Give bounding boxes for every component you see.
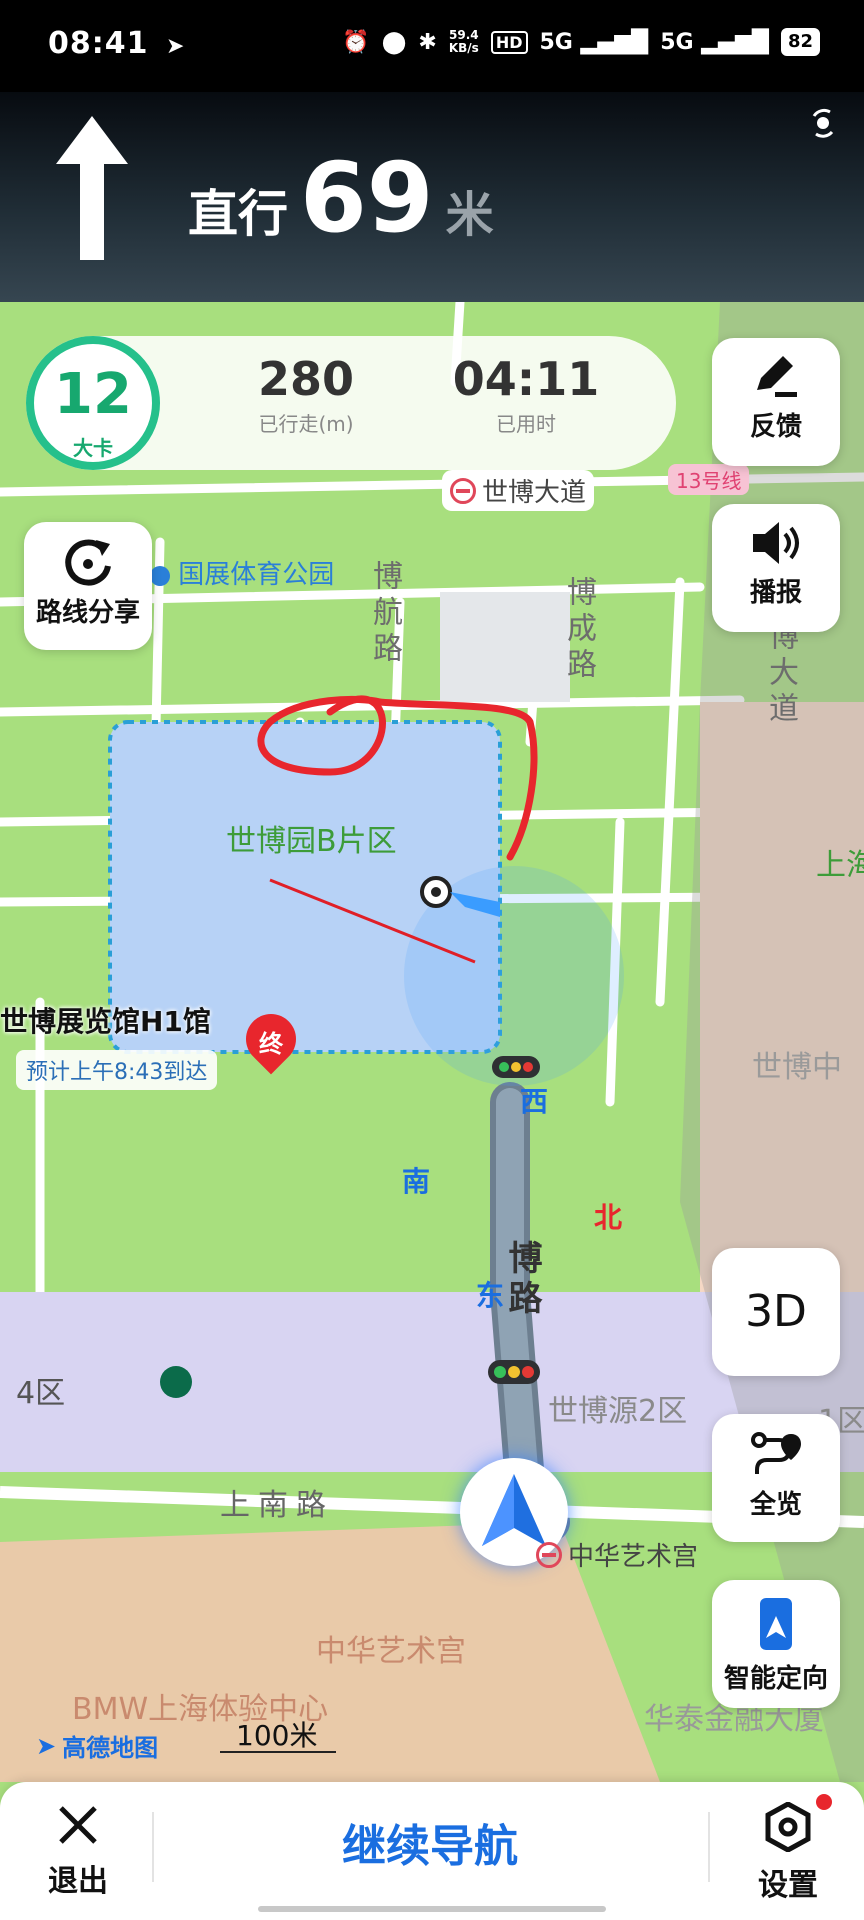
feedback-label: 反馈 bbox=[749, 412, 802, 442]
time-value: 04:11 bbox=[452, 352, 600, 406]
road-label-shangnan: 上南路 bbox=[220, 1488, 334, 1523]
phone-locate-icon bbox=[760, 1598, 792, 1650]
metro-icon bbox=[536, 1541, 562, 1568]
hd-badge: HD bbox=[490, 30, 528, 54]
close-icon bbox=[59, 1806, 97, 1844]
status-time: 08:41 bbox=[48, 26, 149, 61]
direction-banner: 直行 69 米 bbox=[0, 92, 864, 302]
amap-text: 高德地图 bbox=[62, 1734, 159, 1762]
battery-indicator: 82 bbox=[780, 28, 820, 56]
broadcast-button[interactable]: 播报 bbox=[712, 504, 840, 632]
3d-toggle-button[interactable]: 3D bbox=[712, 1248, 840, 1376]
share-route-label: 路线分享 bbox=[35, 598, 140, 628]
metro-icon bbox=[450, 477, 476, 504]
amap-logo: ➤ 高德地图 bbox=[36, 1728, 158, 1763]
road-sign-shibo-avenue: 世博大道 bbox=[442, 470, 595, 511]
destination-pin-label: 终 bbox=[259, 1030, 283, 1058]
settings-label: 设置 bbox=[758, 1868, 818, 1903]
compass-west: 西 bbox=[520, 1085, 549, 1118]
zone-label-expo-source-2: 世博源2区 bbox=[548, 1394, 688, 1429]
route-overview-icon bbox=[751, 1432, 801, 1474]
pen-icon bbox=[757, 356, 797, 397]
destination-callout[interactable]: 世博展览馆H1馆 预计上午8:43到达 bbox=[0, 1000, 218, 1090]
location-icon: ⬤ bbox=[381, 29, 407, 55]
zone-label-4: 4区 bbox=[16, 1376, 66, 1411]
scale-label: 100米 bbox=[236, 1719, 318, 1752]
overview-label: 全览 bbox=[749, 1490, 802, 1520]
divider bbox=[708, 1812, 710, 1882]
station-china-art[interactable]: 中华艺术宫 bbox=[528, 1534, 706, 1575]
instruction-unit: 米 bbox=[445, 187, 494, 243]
eta-chip: 预计上午8:43到达 bbox=[16, 1050, 218, 1090]
instruction-distance: 69 bbox=[300, 142, 434, 254]
road-label-bohang: 博航路 bbox=[367, 560, 402, 668]
turn-instruction: 直行 69 米 bbox=[188, 142, 494, 254]
calorie-value: 12 bbox=[54, 362, 132, 427]
stats-panel: 12 大卡 280 已行走(m) 04:11 已用时 bbox=[26, 336, 676, 470]
feedback-button[interactable]: 反馈 bbox=[712, 338, 840, 466]
zone-label-expo-center: 世博中 bbox=[752, 1050, 842, 1085]
metro-line-badge: 13号线 bbox=[668, 464, 750, 495]
share-arrow-icon bbox=[65, 539, 111, 586]
park-icon bbox=[150, 565, 170, 586]
destination-name: 世博展览馆H1馆 bbox=[0, 1005, 211, 1038]
compass-south: 南 bbox=[402, 1165, 431, 1198]
smart-locate-label: 智能定向 bbox=[723, 1664, 828, 1694]
status-icons: ⏰ ⬤ ✱ 59.4 KB/s HD 5G ▂▄▆█ 5G ▂▄▆█ 82 bbox=[342, 28, 820, 56]
road-label-bocheng: 博成路 bbox=[561, 576, 596, 684]
share-route-button[interactable]: 路线分享 bbox=[24, 522, 152, 650]
road-label-bodong: 博路 bbox=[502, 1240, 542, 1320]
amap-icon: ➤ bbox=[36, 1731, 57, 1760]
net-speed: 59.4 KB/s bbox=[449, 29, 479, 55]
bluetooth-icon: ✱ bbox=[418, 29, 437, 55]
telegram-icon: ➤ bbox=[165, 34, 186, 59]
signal-2: 5G ▂▄▆█ bbox=[660, 29, 769, 55]
calorie-unit: 大卡 bbox=[73, 436, 113, 460]
zone-label-expo-b: 世博园B片区 bbox=[226, 824, 397, 859]
time-label: 已用时 bbox=[496, 412, 556, 436]
exit-label: 退出 bbox=[48, 1864, 108, 1899]
net-speed-unit: KB/s bbox=[448, 41, 479, 55]
road-label-bo-avenue: 博大道 bbox=[763, 620, 798, 728]
3d-label: 3D bbox=[745, 1286, 807, 1337]
status-bar: 08:41 ➤ ⏰ ⬤ ✱ 59.4 KB/s HD 5G ▂▄▆█ 5G ▂▄… bbox=[0, 0, 864, 92]
notification-dot bbox=[816, 1794, 832, 1810]
continue-navigation-button[interactable]: 继续导航 bbox=[160, 1812, 700, 1882]
overview-button[interactable]: 全览 bbox=[712, 1414, 840, 1542]
settings-icon bbox=[765, 1801, 811, 1853]
starbucks-icon[interactable] bbox=[160, 1366, 192, 1398]
time-stat: 04:11 已用时 bbox=[426, 352, 626, 437]
speaker-icon bbox=[753, 522, 799, 564]
distance-value: 280 bbox=[257, 352, 355, 406]
divider bbox=[152, 1812, 154, 1882]
smart-locate-button[interactable]: 智能定向 bbox=[712, 1580, 840, 1708]
straight-arrow-icon bbox=[56, 116, 128, 260]
broadcast-label: 播报 bbox=[749, 578, 802, 608]
distance-label: 已行走(m) bbox=[258, 412, 354, 436]
bottom-bar: 退出 继续导航 设置 bbox=[0, 1782, 864, 1920]
distance-stat: 280 已行走(m) bbox=[206, 352, 406, 437]
gps-signal-icon bbox=[812, 108, 834, 138]
settings-button[interactable]: 设置 bbox=[750, 1801, 826, 1904]
home-indicator[interactable] bbox=[258, 1906, 606, 1912]
alarm-icon: ⏰ bbox=[342, 29, 370, 55]
park-label[interactable]: 国展体育公园 bbox=[150, 554, 334, 591]
compass-north: 北 bbox=[594, 1201, 623, 1234]
exit-button[interactable]: 退出 bbox=[40, 1802, 116, 1900]
zone-label-shang: 上海 bbox=[816, 848, 864, 883]
calorie-circle: 12 大卡 bbox=[26, 336, 160, 470]
instruction-action: 直行 bbox=[188, 185, 288, 243]
net-speed-value: 59.4 bbox=[449, 28, 479, 42]
landmark-china-art: 中华艺术宫 bbox=[316, 1634, 466, 1669]
signal-1: 5G ▂▄▆█ bbox=[539, 29, 649, 55]
